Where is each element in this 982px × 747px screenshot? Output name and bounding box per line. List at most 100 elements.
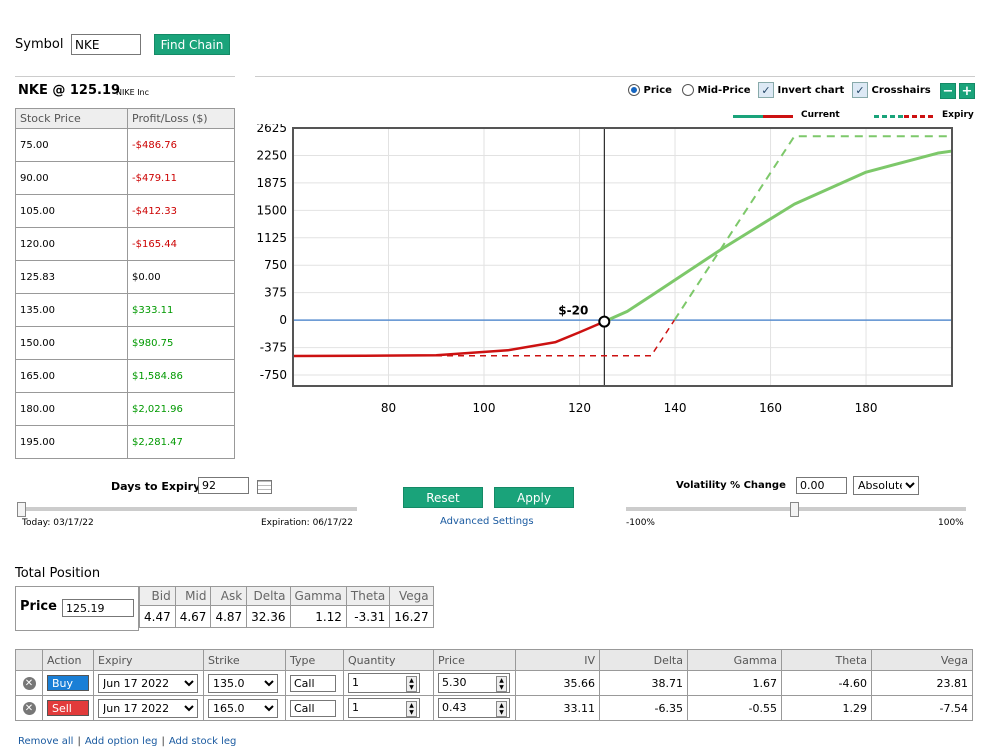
volatility-mode-select[interactable]: Absolute: [853, 476, 919, 495]
delta-cell: -6.35: [599, 695, 688, 721]
x-tick-label: 160: [759, 401, 782, 415]
volatility-min-label: -100%: [626, 518, 655, 528]
apply-button[interactable]: Apply: [494, 487, 574, 508]
today-label: Today: 03/17/22: [22, 518, 94, 528]
remove-leg-icon[interactable]: ✕: [22, 677, 36, 690]
expiry-slider-track[interactable]: [20, 507, 357, 511]
spinner-icon[interactable]: ▲ ▼: [496, 701, 507, 717]
symbol-input[interactable]: [71, 34, 141, 55]
volatility-input[interactable]: [796, 477, 847, 494]
stock-price-cell: 75.00: [15, 128, 128, 162]
col-profit-loss: Profit/Loss ($): [127, 108, 235, 129]
crosshairs-label: Crosshairs: [871, 85, 931, 96]
remove-leg-icon[interactable]: ✕: [22, 702, 36, 715]
legend-current-label: Current: [801, 110, 840, 120]
total-price-input[interactable]: [62, 599, 134, 617]
divider: [15, 76, 235, 77]
y-tick-label: 1875: [256, 176, 287, 190]
delta-cell: 38.71: [599, 670, 688, 696]
volatility-slider-handle[interactable]: [790, 502, 799, 517]
marker-point: [598, 315, 611, 328]
type-field[interactable]: Call: [290, 674, 336, 692]
legs-col-header: Type: [285, 649, 344, 671]
leg-row: ✕ Sell Jun 17 2022 165.0 Call 1 ▲ ▼ 0.43 ▲ ▼…: [15, 695, 973, 721]
footer-link[interactable]: Remove all: [18, 736, 73, 747]
stock-price-cell: 105.00: [15, 194, 128, 228]
greek-value: 4.87: [210, 605, 248, 628]
buy-action-button[interactable]: Buy: [47, 675, 89, 691]
legend-expiry-label: Expiry: [942, 110, 974, 120]
legs-col-header: Price: [433, 649, 516, 671]
days-to-expiry-input[interactable]: [198, 477, 249, 494]
expiry-select[interactable]: Jun 17 2022: [98, 673, 198, 693]
quantity-stepper[interactable]: 1 ▲ ▼: [348, 673, 420, 693]
reset-button[interactable]: Reset: [403, 487, 483, 508]
spinner-icon[interactable]: ▲ ▼: [496, 676, 507, 692]
link-separator: |: [77, 736, 81, 747]
stock-price-cell: 90.00: [15, 161, 128, 195]
price-stepper[interactable]: 0.43 ▲ ▼: [438, 698, 510, 718]
profit-loss-cell: $333.11: [127, 293, 235, 327]
legend-expiry-swatch: [874, 115, 934, 118]
stock-price-cell: 180.00: [15, 392, 128, 426]
iv-cell: 33.11: [515, 695, 600, 721]
col-remove: [15, 649, 43, 671]
profit-loss-cell: -$486.76: [127, 128, 235, 162]
legs-col-header: Action: [42, 649, 94, 671]
profit-loss-cell: -$412.33: [127, 194, 235, 228]
days-to-expiry-label: Days to Expiry: [111, 480, 201, 493]
greek-header: Mid: [174, 586, 212, 606]
legend-current-swatch: [733, 115, 793, 118]
footer-link[interactable]: Add stock leg: [169, 736, 237, 747]
table-row: 105.00 -$412.33: [15, 194, 235, 228]
spinner-icon[interactable]: ▲ ▼: [406, 701, 417, 717]
col-stock-price: Stock Price: [15, 108, 128, 129]
symbol-label: Symbol: [15, 37, 64, 52]
mid-price-radio[interactable]: Mid-Price: [682, 83, 751, 96]
legs-col-header: IV: [515, 649, 600, 671]
link-separator: |: [161, 736, 165, 747]
legs-col-header: Expiry: [93, 649, 204, 671]
pl-chart[interactable]: 2625 2250 1875 1500 1125 750 375 0 -375 -750 80 100…: [250, 124, 960, 420]
price-radio[interactable]: Price: [628, 83, 672, 96]
table-row: 125.83 $0.00: [15, 260, 235, 294]
profit-loss-cell: -$165.44: [127, 227, 235, 261]
calendar-icon[interactable]: [257, 480, 272, 494]
total-position-title: Total Position: [15, 566, 101, 581]
quantity-value: 1: [352, 701, 359, 714]
greek-value: 1.12: [289, 605, 347, 628]
zoom-in-button[interactable]: +: [959, 83, 975, 99]
profit-loss-cell: $2,021.96: [127, 392, 235, 426]
quantity-stepper[interactable]: 1 ▲ ▼: [348, 698, 420, 718]
quantity-value: 1: [352, 676, 359, 689]
profit-loss-cell: $980.75: [127, 326, 235, 360]
footer-links: Remove all | Add option leg | Add stock leg: [18, 736, 236, 747]
y-tick-label: -750: [260, 368, 287, 382]
expiry-slider-handle[interactable]: [17, 502, 26, 517]
expiry-select[interactable]: Jun 17 2022: [98, 698, 198, 718]
y-tick-label: 1500: [256, 203, 287, 217]
check-icon: ✓: [852, 82, 868, 98]
strike-select[interactable]: 165.0: [208, 698, 278, 718]
find-chain-button[interactable]: Find Chain: [154, 34, 230, 55]
invert-chart-checkbox[interactable]: ✓ Invert chart: [758, 82, 844, 98]
greek-header: Vega: [389, 586, 434, 606]
greek-value: 16.27: [389, 605, 434, 628]
zoom-out-button[interactable]: −: [940, 83, 956, 99]
theta-cell: -4.60: [781, 670, 872, 696]
price-stepper[interactable]: 5.30 ▲ ▼: [438, 673, 510, 693]
gamma-cell: 1.67: [687, 670, 782, 696]
volatility-label: Volatility % Change: [676, 480, 786, 491]
vega-cell: -7.54: [871, 695, 973, 721]
footer-link[interactable]: Add option leg: [85, 736, 158, 747]
advanced-settings-link[interactable]: Advanced Settings: [440, 516, 534, 527]
greek-value: -3.31: [345, 605, 391, 628]
crosshairs-checkbox[interactable]: ✓ Crosshairs: [852, 82, 931, 98]
sell-action-button[interactable]: Sell: [47, 700, 89, 716]
type-field[interactable]: Call: [290, 699, 336, 717]
greek-value: 4.47: [139, 605, 176, 628]
profit-loss-cell: $0.00: [127, 260, 235, 294]
strike-select[interactable]: 135.0: [208, 673, 278, 693]
radio-off-icon: [682, 84, 694, 96]
spinner-icon[interactable]: ▲ ▼: [406, 676, 417, 692]
